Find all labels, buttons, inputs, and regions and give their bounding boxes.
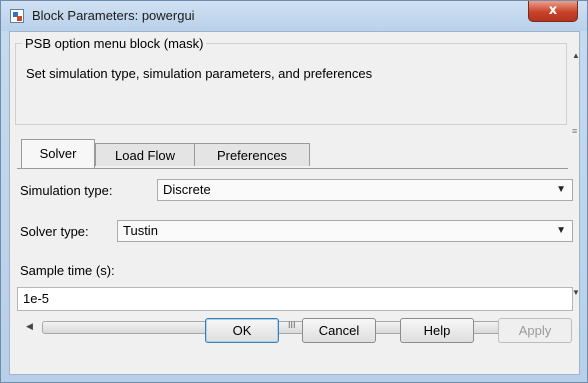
sample-time-input[interactable]: 1e-5 (17, 287, 573, 311)
dropdown-arrow-icon: ▼ (556, 225, 566, 236)
simulink-block-icon (10, 9, 24, 23)
mask-description: Set simulation type, simulation paramete… (26, 66, 373, 81)
sample-time-label: Sample time (s): (20, 263, 115, 278)
mask-description-group: PSB option menu block (mask) Set simulat… (15, 36, 567, 125)
title-bar[interactable]: Block Parameters: powergui x (1, 1, 587, 31)
scroll-grip-icon: III (288, 320, 296, 330)
simulation-type-label: Simulation type: (20, 183, 113, 198)
scroll-down-icon[interactable]: ▼ (572, 288, 580, 297)
cancel-button[interactable]: Cancel (302, 318, 376, 343)
close-button[interactable]: x (528, 1, 578, 22)
apply-button[interactable]: Apply (498, 318, 572, 343)
scroll-left-icon[interactable]: ◀ (26, 321, 33, 332)
mask-legend: PSB option menu block (mask) (22, 36, 207, 51)
help-button[interactable]: Help (400, 318, 474, 343)
tab-solver[interactable]: Solver (21, 139, 95, 168)
dropdown-arrow-icon: ▼ (556, 184, 566, 195)
solver-tab-panel: Simulation type: Discrete ▼ Solver type:… (17, 168, 573, 319)
tab-preferences[interactable]: Preferences (194, 143, 310, 166)
solver-type-label: Solver type: (20, 224, 89, 239)
solver-type-value: Tustin (123, 223, 158, 238)
scroll-up-icon[interactable]: ▲ (572, 51, 580, 60)
dialog-client-area: PSB option menu block (mask) Set simulat… (9, 31, 580, 375)
ok-button[interactable]: OK (205, 318, 279, 343)
vertical-scrollbar[interactable]: ▲ ≡ ▼ (572, 48, 580, 303)
horizontal-scrollbar[interactable]: ◀ III ▶ (22, 319, 568, 336)
scroll-grip-icon[interactable]: ≡ (572, 126, 577, 136)
dialog-window: Block Parameters: powergui x PSB option … (0, 0, 588, 383)
simulation-type-value: Discrete (163, 182, 211, 197)
solver-type-select[interactable]: Tustin ▼ (117, 220, 573, 242)
tab-load-flow[interactable]: Load Flow (95, 143, 195, 166)
window-title: Block Parameters: powergui (32, 8, 195, 23)
simulation-type-select[interactable]: Discrete ▼ (157, 179, 573, 201)
